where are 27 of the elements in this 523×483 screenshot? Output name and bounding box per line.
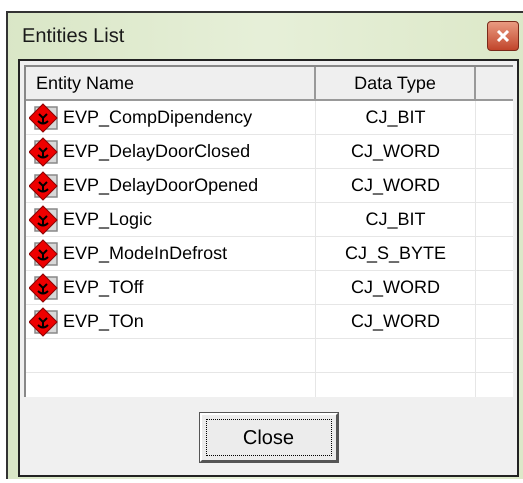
window-title: Entities List [22, 24, 124, 49]
column-header[interactable]: Data Type [316, 67, 476, 99]
close-icon [496, 30, 510, 42]
close-button[interactable]: Close [200, 413, 338, 462]
entity-name: EVP_TOn [63, 310, 144, 333]
entity-name: EVP_CompDipendency [63, 106, 252, 129]
hazard-diamond-icon [29, 136, 61, 166]
hazard-diamond-icon [29, 238, 61, 268]
data-type: CJ_WORD [351, 140, 440, 163]
data-type: CJ_WORD [351, 310, 440, 333]
entity-name: EVP_TOff [63, 276, 144, 299]
hazard-diamond-icon [29, 306, 61, 336]
data-type: CJ_BIT [365, 106, 426, 129]
data-type: CJ_S_BYTE [344, 242, 446, 265]
entity-name: EVP_DelayDoorClosed [63, 140, 250, 163]
close-window-button[interactable] [487, 21, 519, 51]
data-type: CJ_WORD [351, 276, 440, 299]
hazard-diamond-icon [29, 204, 61, 234]
entity-name: EVP_ModeInDefrost [63, 242, 228, 265]
hazard-diamond-icon [29, 272, 61, 302]
column-header[interactable]: Entity Name [26, 67, 316, 99]
entity-name: EVP_DelayDoorOpened [63, 174, 258, 197]
entity-name: EVP_Logic [63, 208, 152, 231]
hazard-diamond-icon [29, 170, 61, 200]
hazard-diamond-icon [29, 102, 61, 132]
data-type: CJ_BIT [365, 208, 426, 231]
data-type: CJ_WORD [351, 174, 440, 197]
